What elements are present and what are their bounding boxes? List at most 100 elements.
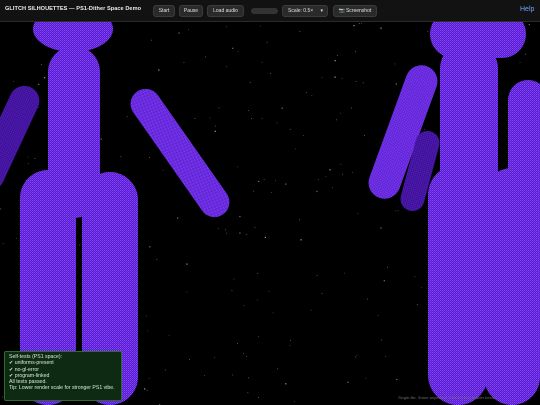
scale-select[interactable]: Scale: 0.5× ▾ (282, 5, 328, 17)
star (385, 356, 386, 357)
star (285, 183, 287, 185)
star (194, 118, 196, 119)
right-figure-left-leg (428, 165, 488, 405)
star (362, 82, 364, 84)
star (38, 83, 40, 85)
star (277, 368, 278, 370)
star (15, 237, 17, 239)
star (332, 187, 333, 188)
star (272, 312, 274, 314)
star (276, 122, 278, 124)
star (341, 78, 343, 79)
star (79, 244, 80, 246)
star (356, 355, 358, 356)
star (237, 343, 238, 344)
app-title: GLITCH SILHOUETTES — PS1-Dither Space De… (5, 6, 142, 12)
star (225, 229, 226, 231)
star (342, 173, 343, 175)
star (311, 95, 313, 96)
star (168, 334, 170, 336)
star (299, 219, 300, 221)
star (334, 60, 336, 62)
star (285, 383, 287, 385)
star (243, 352, 244, 354)
star (27, 163, 29, 164)
star (147, 330, 149, 332)
star (266, 41, 268, 43)
star (249, 82, 251, 83)
left-figure-right-arm (130, 88, 230, 218)
pause-button[interactable]: Pause (179, 5, 203, 17)
star (258, 180, 260, 182)
star (218, 228, 219, 229)
star (214, 125, 216, 127)
star (126, 116, 128, 117)
star (355, 356, 356, 358)
star (246, 233, 248, 235)
star (214, 356, 215, 358)
toolbar: GLITCH SILHOUETTES — PS1-Dither Space De… (0, 0, 540, 22)
camera-icon: 📷 (338, 8, 345, 14)
star (316, 275, 318, 276)
star (239, 232, 241, 234)
start-button[interactable]: Start (153, 5, 175, 17)
star (34, 158, 36, 159)
star (232, 47, 234, 49)
star (383, 280, 385, 282)
star (380, 27, 382, 29)
left-silhouette (0, 22, 230, 405)
star (2, 243, 4, 244)
render-canvas[interactable] (0, 22, 540, 405)
load-audio-button[interactable]: Load audio (207, 5, 244, 17)
star (149, 246, 151, 248)
screenshot-button[interactable]: 📷Screenshot (333, 5, 377, 17)
star (421, 287, 422, 289)
star (205, 56, 206, 58)
star (257, 273, 259, 274)
star (264, 236, 266, 238)
star (416, 304, 418, 305)
star (367, 298, 368, 300)
star (120, 156, 122, 157)
star (239, 215, 241, 218)
star (340, 163, 342, 165)
tests-tip: Tip: Lower render scale for stronger PS1… (9, 385, 115, 392)
star (204, 375, 205, 376)
star (380, 339, 382, 341)
star (41, 64, 42, 65)
star (395, 210, 397, 212)
star (290, 340, 291, 341)
star (528, 24, 530, 26)
star (186, 263, 188, 265)
star (231, 290, 233, 292)
star (340, 112, 341, 114)
star (258, 336, 259, 337)
star (321, 76, 323, 78)
right-figure-far-arm (508, 80, 540, 280)
star (427, 31, 429, 33)
star (361, 23, 362, 24)
star (263, 179, 265, 180)
star (268, 291, 270, 292)
star (237, 50, 239, 52)
star (344, 272, 345, 274)
star (164, 369, 166, 371)
help-link[interactable]: Help (520, 6, 534, 13)
star (305, 92, 307, 93)
star (321, 293, 323, 294)
star (396, 378, 398, 380)
star (294, 401, 295, 402)
star (394, 63, 396, 65)
star (146, 315, 147, 317)
chevron-down-icon: ▾ (320, 8, 323, 14)
star (248, 377, 249, 379)
star (38, 106, 40, 108)
star (189, 359, 190, 360)
star (519, 62, 521, 63)
star (144, 388, 146, 390)
star (188, 29, 189, 30)
footer-hint: Single-file. Share anywhere. Edit the fr… (398, 395, 497, 400)
scale-select-value: Scale: 0.5× (288, 8, 314, 14)
star (355, 81, 357, 82)
star (316, 190, 318, 193)
